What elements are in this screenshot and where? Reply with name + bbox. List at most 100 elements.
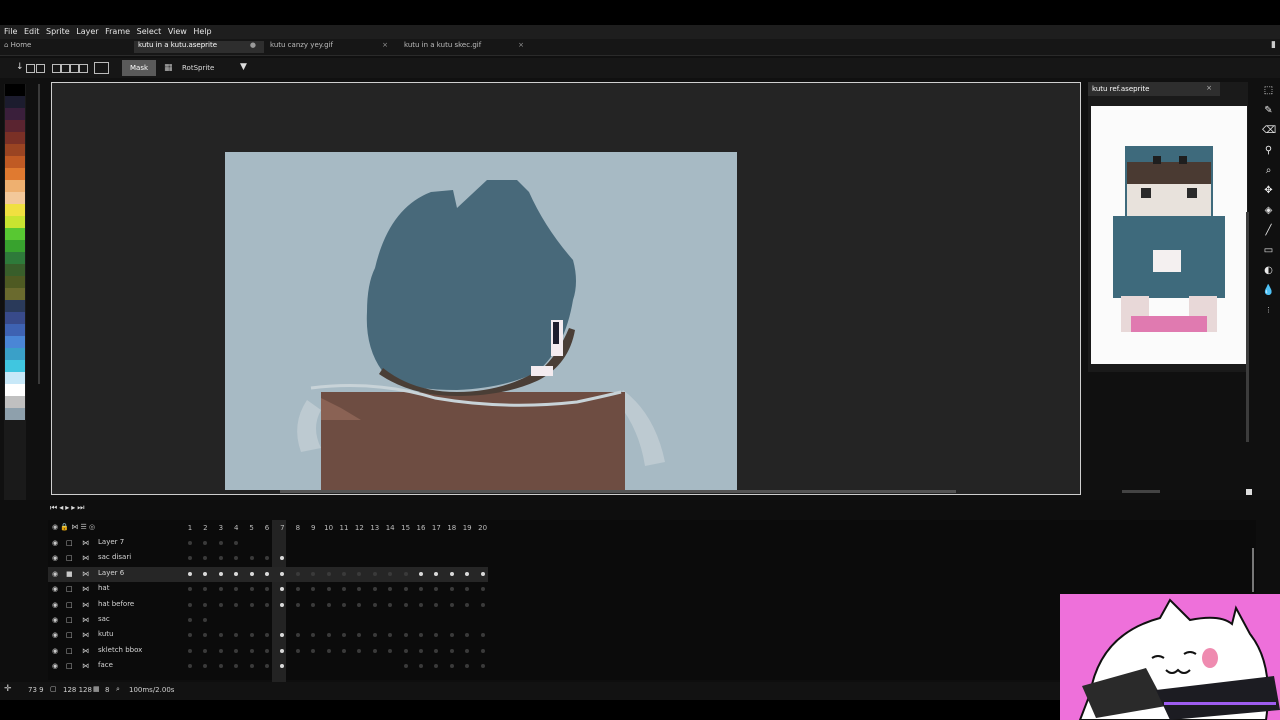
cel[interactable] xyxy=(357,571,362,576)
palette-swatch[interactable] xyxy=(5,336,25,348)
tab-home[interactable]: ⌂ Home xyxy=(0,41,132,53)
selection-replace-icon[interactable] xyxy=(52,64,61,73)
cel[interactable] xyxy=(218,541,223,545)
palette-swatch[interactable] xyxy=(5,312,25,324)
continuous-icon[interactable]: ⋈ xyxy=(82,570,89,578)
palette-swatch[interactable] xyxy=(5,240,25,252)
cel[interactable] xyxy=(311,633,316,638)
layer-name[interactable]: hat before xyxy=(98,600,134,608)
cel[interactable] xyxy=(295,633,300,638)
cel[interactable] xyxy=(419,571,423,576)
cel[interactable] xyxy=(372,602,377,607)
menu-select[interactable]: Select xyxy=(133,25,162,36)
cel[interactable] xyxy=(203,633,208,638)
cel[interactable] xyxy=(403,664,408,669)
first-frame-icon[interactable]: ⏮ xyxy=(50,503,59,512)
layer-row[interactable]: ◉ □ ⋈ kutu xyxy=(48,628,488,643)
blur-icon[interactable]: 💧 xyxy=(1262,284,1275,297)
cel[interactable] xyxy=(280,648,285,653)
cel[interactable] xyxy=(388,648,393,653)
palette-swatch[interactable] xyxy=(5,408,25,420)
palette-swatch[interactable] xyxy=(5,252,25,264)
cel[interactable] xyxy=(465,633,470,638)
last-frame-icon[interactable]: ⏭ xyxy=(77,503,86,512)
cel[interactable] xyxy=(188,571,192,576)
eye-icon[interactable]: ◉ xyxy=(52,585,58,593)
frame-header-16[interactable]: 16 xyxy=(415,524,427,532)
continuous-icon[interactable]: ⋈ xyxy=(82,631,89,639)
lock-icon[interactable]: □ xyxy=(66,554,73,562)
cel[interactable] xyxy=(203,648,208,653)
cel[interactable] xyxy=(280,633,285,638)
lock-icon[interactable]: 🔒 xyxy=(60,523,69,531)
cel[interactable] xyxy=(188,602,192,607)
cel[interactable] xyxy=(388,602,393,607)
horizontal-scrollbar[interactable] xyxy=(280,490,956,493)
palette-swatch[interactable] xyxy=(5,144,25,156)
cel[interactable] xyxy=(311,571,316,576)
cel[interactable] xyxy=(434,633,439,638)
lock-icon[interactable]: □ xyxy=(66,616,73,624)
cel[interactable] xyxy=(265,571,269,576)
cel[interactable] xyxy=(326,633,331,638)
cel[interactable] xyxy=(249,571,254,576)
onion-skin-icon[interactable]: ◎ xyxy=(89,523,95,531)
cel[interactable] xyxy=(311,648,316,653)
palette-swatch[interactable] xyxy=(5,168,25,180)
layer-name[interactable]: face xyxy=(98,661,113,669)
cel[interactable] xyxy=(342,587,346,592)
cel[interactable] xyxy=(419,648,423,653)
frame-header-17[interactable]: 17 xyxy=(430,524,442,532)
cel[interactable] xyxy=(480,664,485,669)
cel[interactable] xyxy=(234,648,239,653)
cel[interactable] xyxy=(234,587,239,592)
cel[interactable] xyxy=(311,602,316,607)
continuous-icon[interactable]: ⋈ xyxy=(82,616,89,624)
palette-swatch[interactable] xyxy=(5,132,25,144)
cel[interactable] xyxy=(265,664,269,669)
eye-icon[interactable]: ◉ xyxy=(52,662,58,670)
menu-file[interactable]: File xyxy=(0,25,17,36)
cel[interactable] xyxy=(188,664,192,669)
lock-icon[interactable]: □ xyxy=(66,662,73,670)
cel[interactable] xyxy=(203,541,208,545)
cel[interactable] xyxy=(357,648,362,653)
cel[interactable] xyxy=(388,633,393,638)
layer-row[interactable]: ◉ □ ⋈ sac xyxy=(48,613,488,628)
chevron-down-icon[interactable]: ▼ xyxy=(240,62,247,72)
tab-kutu-in-a-kutu[interactable]: kutu in a kutu.aseprite ● xyxy=(134,41,264,53)
palette-swatch[interactable] xyxy=(5,348,25,360)
resize-handle-icon[interactable] xyxy=(1246,489,1252,495)
eye-icon[interactable]: ◉ xyxy=(52,601,58,609)
cel[interactable] xyxy=(234,602,239,607)
cel[interactable] xyxy=(218,556,223,561)
cel[interactable] xyxy=(465,664,470,669)
cel[interactable] xyxy=(388,587,393,592)
palette-swatch[interactable] xyxy=(5,84,25,96)
cel[interactable] xyxy=(249,633,254,638)
layer-row[interactable]: ◉ □ ⋈ Layer 7 xyxy=(48,536,488,551)
continuous-icon[interactable]: ⋈ xyxy=(82,662,89,670)
cel[interactable] xyxy=(249,556,254,561)
cel[interactable] xyxy=(342,571,346,576)
eye-icon[interactable]: ◉ xyxy=(52,523,58,531)
modified-dot-icon[interactable]: ● xyxy=(250,41,256,49)
layer-name[interactable]: hat xyxy=(98,584,109,592)
close-icon[interactable]: × xyxy=(382,41,388,49)
zoom-icon[interactable]: ⌕ xyxy=(1262,164,1275,177)
menu-view[interactable]: View xyxy=(164,25,187,36)
cel[interactable] xyxy=(249,587,254,592)
continuous-icon[interactable]: ⋈ xyxy=(82,585,89,593)
cel[interactable] xyxy=(249,602,254,607)
cel[interactable] xyxy=(480,571,485,576)
cel[interactable] xyxy=(372,587,377,592)
frame-header-11[interactable]: 11 xyxy=(338,524,350,532)
palette-swatch[interactable] xyxy=(5,300,25,312)
palette-swatch[interactable] xyxy=(5,384,25,396)
frame-header-13[interactable]: 13 xyxy=(369,524,381,532)
tab-kutu-skec[interactable]: kutu in a kutu skec.gif × xyxy=(400,41,532,53)
tab-scroll-icon[interactable]: ▮ xyxy=(1271,40,1276,50)
cel[interactable] xyxy=(265,602,269,607)
palette-swatch[interactable] xyxy=(5,204,25,216)
eye-icon[interactable]: ◉ xyxy=(52,616,58,624)
